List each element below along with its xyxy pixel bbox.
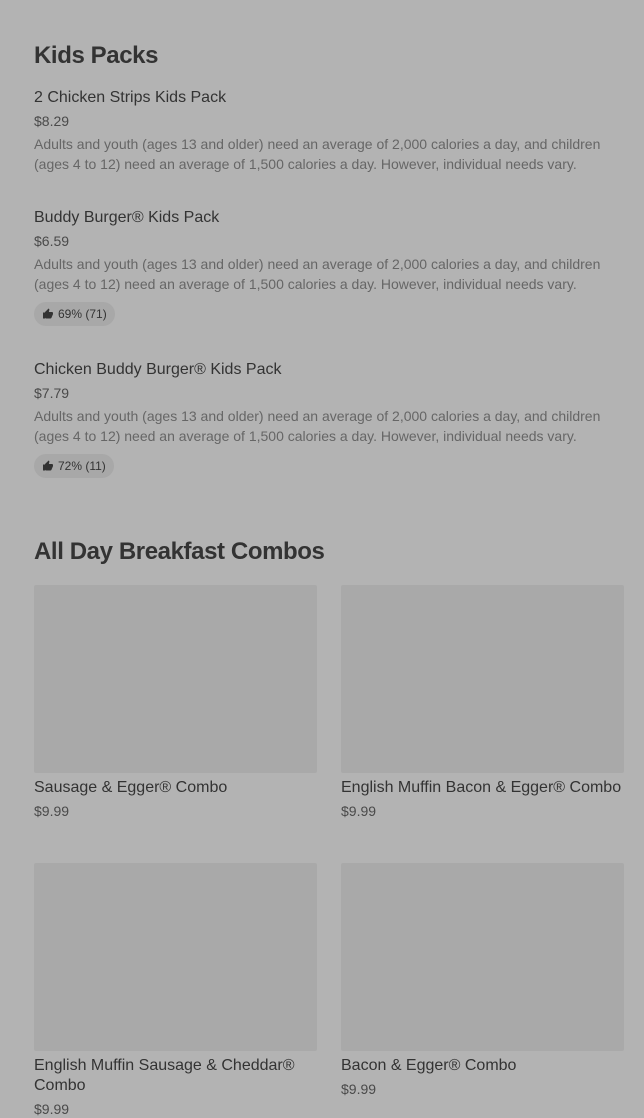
menu-item-image[interactable]: [341, 863, 624, 1051]
rating-badge: 72% (11): [34, 454, 114, 478]
menu-page: Kids Packs 2 Chicken Strips Kids Pack $8…: [0, 0, 644, 1117]
menu-item-price: $8.29: [34, 113, 70, 129]
menu-item-price: $9.99: [341, 803, 377, 819]
thumbs-up-icon: [42, 460, 54, 472]
menu-item-image[interactable]: [34, 863, 317, 1051]
section-title-all-day-breakfast-combos: All Day Breakfast Combos: [34, 538, 325, 565]
menu-item-image[interactable]: [34, 585, 317, 773]
menu-card-english-muffin-bacon-egger-combo[interactable]: English Muffin Bacon & Egger® Combo $9.9…: [341, 585, 624, 820]
menu-item-name: Bacon & Egger® Combo: [341, 1057, 517, 1074]
menu-item-description: Adults and youth (ages 13 and older) nee…: [34, 256, 601, 292]
menu-item-chicken-buddy-burger-kids-pack[interactable]: Chicken Buddy Burger® Kids Pack $7.79 Ad…: [34, 360, 612, 478]
menu-card-english-muffin-sausage-cheddar-combo[interactable]: English Muffin Sausage & Cheddar® Combo …: [34, 863, 317, 1118]
menu-item-price: $6.59: [34, 233, 70, 249]
menu-item-name: English Muffin Bacon & Egger® Combo: [341, 779, 622, 796]
menu-item-price: $9.99: [34, 1101, 70, 1117]
menu-item-price: $9.99: [341, 1081, 377, 1097]
menu-item-name: 2 Chicken Strips Kids Pack: [34, 89, 227, 106]
section-title-kids-packs: Kids Packs: [34, 42, 159, 69]
menu-item-description: Adults and youth (ages 13 and older) nee…: [34, 136, 601, 172]
menu-item-name: Chicken Buddy Burger® Kids Pack: [34, 361, 282, 378]
menu-item-2-chicken-strips-kids-pack[interactable]: 2 Chicken Strips Kids Pack $8.29 Adults …: [34, 88, 612, 174]
rating-text: 72% (11): [58, 459, 106, 473]
menu-item-price: $7.79: [34, 385, 70, 401]
menu-item-name: Sausage & Egger® Combo: [34, 779, 228, 796]
menu-card-sausage-egger-combo[interactable]: Sausage & Egger® Combo $9.99: [34, 585, 317, 820]
menu-item-name: Buddy Burger® Kids Pack: [34, 209, 220, 226]
menu-item-image[interactable]: [341, 585, 624, 773]
menu-item-buddy-burger-kids-pack[interactable]: Buddy Burger® Kids Pack $6.59 Adults and…: [34, 208, 612, 326]
menu-card-bacon-egger-combo[interactable]: Bacon & Egger® Combo $9.99: [341, 863, 624, 1098]
menu-item-description: Adults and youth (ages 13 and older) nee…: [34, 408, 601, 444]
menu-item-price: $9.99: [34, 803, 70, 819]
thumbs-up-icon: [42, 308, 54, 320]
rating-text: 69% (71): [58, 307, 107, 321]
rating-badge: 69% (71): [34, 302, 115, 326]
menu-item-name: English Muffin Sausage & Cheddar® Combo: [34, 1057, 295, 1094]
